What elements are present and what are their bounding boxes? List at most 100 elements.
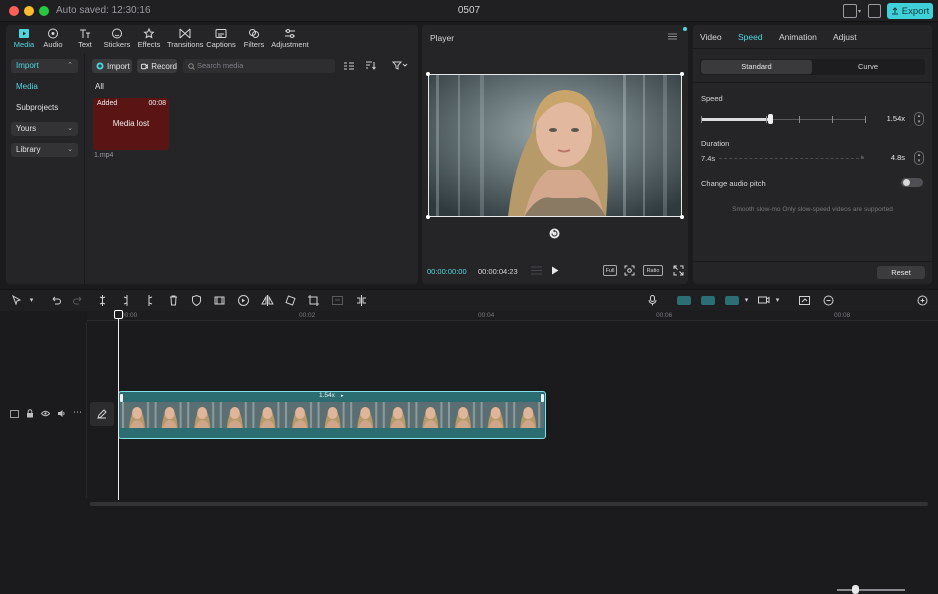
shortcuts-icon[interactable]: [868, 4, 881, 18]
preview-axis-icon[interactable]: [757, 294, 770, 307]
zoom-slider[interactable]: [837, 589, 905, 591]
zoom-slider-knob[interactable]: [851, 585, 859, 594]
play-circle-icon[interactable]: [237, 294, 250, 307]
tab-adjustment[interactable]: Adjustment: [269, 28, 311, 49]
import-button-label: Import: [107, 61, 130, 71]
clip-trim-handle-right[interactable]: [541, 394, 544, 402]
undo-icon[interactable]: [49, 294, 62, 307]
fullscreen-icon[interactable]: [673, 265, 684, 276]
tab-captions[interactable]: Captions: [203, 28, 239, 49]
screenshot-icon[interactable]: [624, 265, 635, 276]
play-icon[interactable]: [551, 266, 559, 275]
clip-trim-handle-left[interactable]: [120, 394, 123, 402]
chevron-down-icon[interactable]: ▾: [771, 294, 784, 307]
tab-animation[interactable]: Animation: [779, 32, 817, 42]
ratio-button[interactable]: Ratio: [643, 265, 663, 276]
frame-handle[interactable]: [426, 215, 430, 219]
redo-icon[interactable]: [72, 294, 85, 307]
tab-transitions[interactable]: Transitions: [167, 28, 203, 49]
media-thumbnail[interactable]: Added 00:08 Media lost: [93, 98, 169, 150]
layout-icon[interactable]: [843, 4, 857, 18]
rotate-icon[interactable]: [284, 294, 297, 307]
split-icon[interactable]: [96, 294, 109, 307]
maximize-window-button[interactable]: [39, 6, 49, 16]
frame-handle[interactable]: [426, 72, 430, 76]
time-ruler[interactable]: 00:00 00:02 00:04 00:06 00:08: [87, 311, 938, 321]
crop-frame[interactable]: [428, 74, 682, 217]
captions-icon: [215, 29, 227, 38]
split-left-icon[interactable]: [120, 294, 133, 307]
microphone-icon[interactable]: [646, 294, 659, 307]
timeline-scrollbar[interactable]: [90, 502, 928, 506]
auto-snap-icon[interactable]: [701, 296, 715, 305]
filter-all-label[interactable]: All: [95, 82, 104, 91]
tab-video[interactable]: Video: [700, 32, 722, 42]
speaker-icon[interactable]: [57, 409, 66, 418]
track-cover-icon[interactable]: [10, 410, 19, 418]
zoom-out-icon[interactable]: [822, 294, 835, 307]
tab-effects[interactable]: Effects: [131, 28, 167, 49]
mirror-icon[interactable]: [261, 294, 274, 307]
import-button[interactable]: Import: [92, 59, 132, 73]
frame-handle[interactable]: [680, 72, 684, 76]
speed-stepper[interactable]: ▴ ▾: [914, 112, 924, 126]
sidebar-item-import[interactable]: Import ⌃: [11, 59, 78, 73]
search-input[interactable]: Search media: [183, 59, 335, 73]
export-button[interactable]: Export: [887, 3, 933, 19]
duration-stepper[interactable]: ▴ ▾: [914, 151, 924, 165]
duration-value[interactable]: 4.8s: [873, 151, 907, 165]
minimize-window-button[interactable]: [24, 6, 34, 16]
timeline-view-icon[interactable]: [531, 266, 542, 275]
playhead-handle[interactable]: [114, 310, 123, 319]
select-cursor-icon[interactable]: [10, 294, 23, 307]
linkage-icon[interactable]: [725, 296, 739, 305]
full-quality-button[interactable]: Full: [603, 265, 617, 276]
speed-slider-knob[interactable]: [768, 114, 774, 124]
video-clip[interactable]: 1.54x ▸: [118, 391, 546, 439]
frame-handle[interactable]: [680, 215, 684, 219]
sidebar-item-library[interactable]: Library ⌄: [11, 143, 78, 157]
player-title: Player: [430, 33, 455, 43]
main-track-magnet-icon[interactable]: [677, 296, 691, 305]
auto-reframe-icon[interactable]: [331, 294, 344, 307]
split-right-icon[interactable]: [143, 294, 156, 307]
tab-label: Text: [78, 40, 92, 49]
duration-label: Duration: [701, 139, 730, 148]
zoom-in-icon[interactable]: [916, 294, 929, 307]
tab-adjust[interactable]: Adjust: [833, 32, 857, 42]
search-icon: [188, 63, 195, 70]
rotate-icon[interactable]: [549, 228, 560, 239]
record-button[interactable]: Record: [137, 59, 177, 73]
menu-icon[interactable]: [668, 33, 677, 40]
playhead[interactable]: [118, 312, 119, 500]
chevron-down-icon[interactable]: ▾: [740, 294, 753, 307]
more-icon[interactable]: ⋯: [73, 407, 82, 418]
close-window-button[interactable]: [9, 6, 19, 16]
tab-stickers[interactable]: Stickers: [99, 28, 135, 49]
tab-speed[interactable]: Speed: [738, 32, 763, 42]
audio-pitch-toggle[interactable]: [901, 178, 923, 187]
tab-audio[interactable]: Audio: [35, 28, 71, 49]
crop-icon[interactable]: [307, 294, 320, 307]
tab-filters[interactable]: Filters: [236, 28, 272, 49]
shield-icon[interactable]: [190, 294, 203, 307]
reset-button[interactable]: Reset: [877, 266, 925, 279]
resize-icon[interactable]: [355, 294, 368, 307]
mode-curve[interactable]: Curve: [812, 60, 924, 74]
delete-icon[interactable]: [167, 294, 180, 307]
speed-value[interactable]: 1.54x: [873, 112, 907, 126]
eye-icon[interactable]: [41, 410, 50, 417]
mode-standard[interactable]: Standard: [701, 60, 812, 74]
sort-icon[interactable]: [365, 61, 379, 70]
picture-in-picture-icon[interactable]: [798, 294, 811, 307]
sidebar-item-yours[interactable]: Yours ⌄: [11, 122, 78, 136]
sidebar-item-media[interactable]: Media: [11, 80, 78, 94]
filter-icon[interactable]: [392, 61, 408, 70]
grid-view-icon[interactable]: [344, 62, 354, 70]
freeze-frame-icon[interactable]: [213, 294, 226, 307]
sidebar-item-subprojects[interactable]: Subprojects: [11, 101, 78, 115]
chevron-down-icon[interactable]: ▾: [25, 294, 38, 307]
lock-icon[interactable]: [26, 409, 34, 418]
tab-text[interactable]: Text: [67, 28, 103, 49]
edit-cover-button[interactable]: [90, 402, 114, 426]
